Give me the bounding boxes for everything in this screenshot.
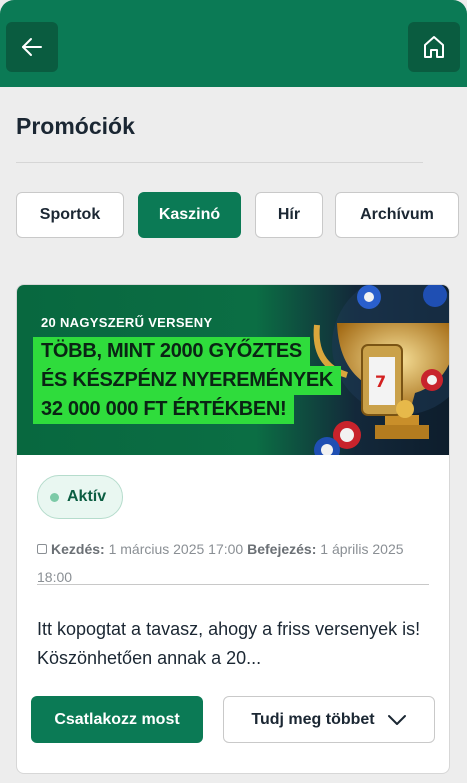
banner-headline-2: ÉS KÉSZPÉNZ NYEREMÉNYEK — [33, 366, 342, 395]
title-divider — [16, 162, 423, 163]
home-button[interactable] — [408, 22, 460, 72]
banner-headline-3: 32 000 000 FT ÉRTÉKBEN! — [33, 395, 295, 424]
banner-headline-1: TÖBB, MINT 2000 GYŐZTES — [33, 337, 310, 366]
promotion-banner[interactable]: 7 20 NAGYSZERŰ VERSENY TÖBB, MINT 2000 G… — [17, 285, 449, 455]
promotion-dates: Kezdés: 1 március 2025 17:00 Befejezés: … — [37, 535, 431, 591]
home-icon — [424, 36, 444, 58]
start-date: 1 március 2025 17:00 — [108, 541, 244, 557]
status-badge: Aktív — [37, 475, 123, 519]
learn-more-label: Tudj meg többet — [251, 710, 375, 728]
filter-hir[interactable]: Hír — [255, 192, 323, 238]
banner-kicker: 20 NAGYSZERŰ VERSENY — [41, 315, 213, 330]
arrow-left-icon — [22, 38, 42, 56]
back-button[interactable] — [6, 22, 58, 72]
category-filter-bar: Sportok Kaszinó Hír Archívum — [16, 192, 467, 238]
filter-sportok[interactable]: Sportok — [16, 192, 124, 238]
end-label: Befejezés: — [247, 541, 317, 557]
svg-text:7: 7 — [375, 372, 386, 391]
status-dot-icon — [50, 492, 59, 502]
promotion-card: 7 20 NAGYSZERŰ VERSENY TÖBB, MINT 2000 G… — [16, 284, 450, 774]
top-bar — [0, 0, 467, 87]
filter-kaszino[interactable]: Kaszinó — [138, 192, 241, 238]
learn-more-button[interactable]: Tudj meg többet — [223, 696, 435, 743]
calendar-icon — [37, 544, 47, 554]
filter-archivum[interactable]: Archívum — [335, 192, 459, 238]
chevron-down-icon — [387, 714, 406, 725]
promotion-description: Itt kopogtat a tavasz, ahogy a friss ver… — [37, 619, 421, 668]
dates-divider — [37, 584, 429, 585]
status-label: Aktív — [67, 488, 107, 505]
start-label: Kezdés: — [51, 541, 105, 557]
join-button[interactable]: Csatlakozz most — [31, 696, 203, 743]
page-title: Promóciók — [16, 113, 135, 139]
